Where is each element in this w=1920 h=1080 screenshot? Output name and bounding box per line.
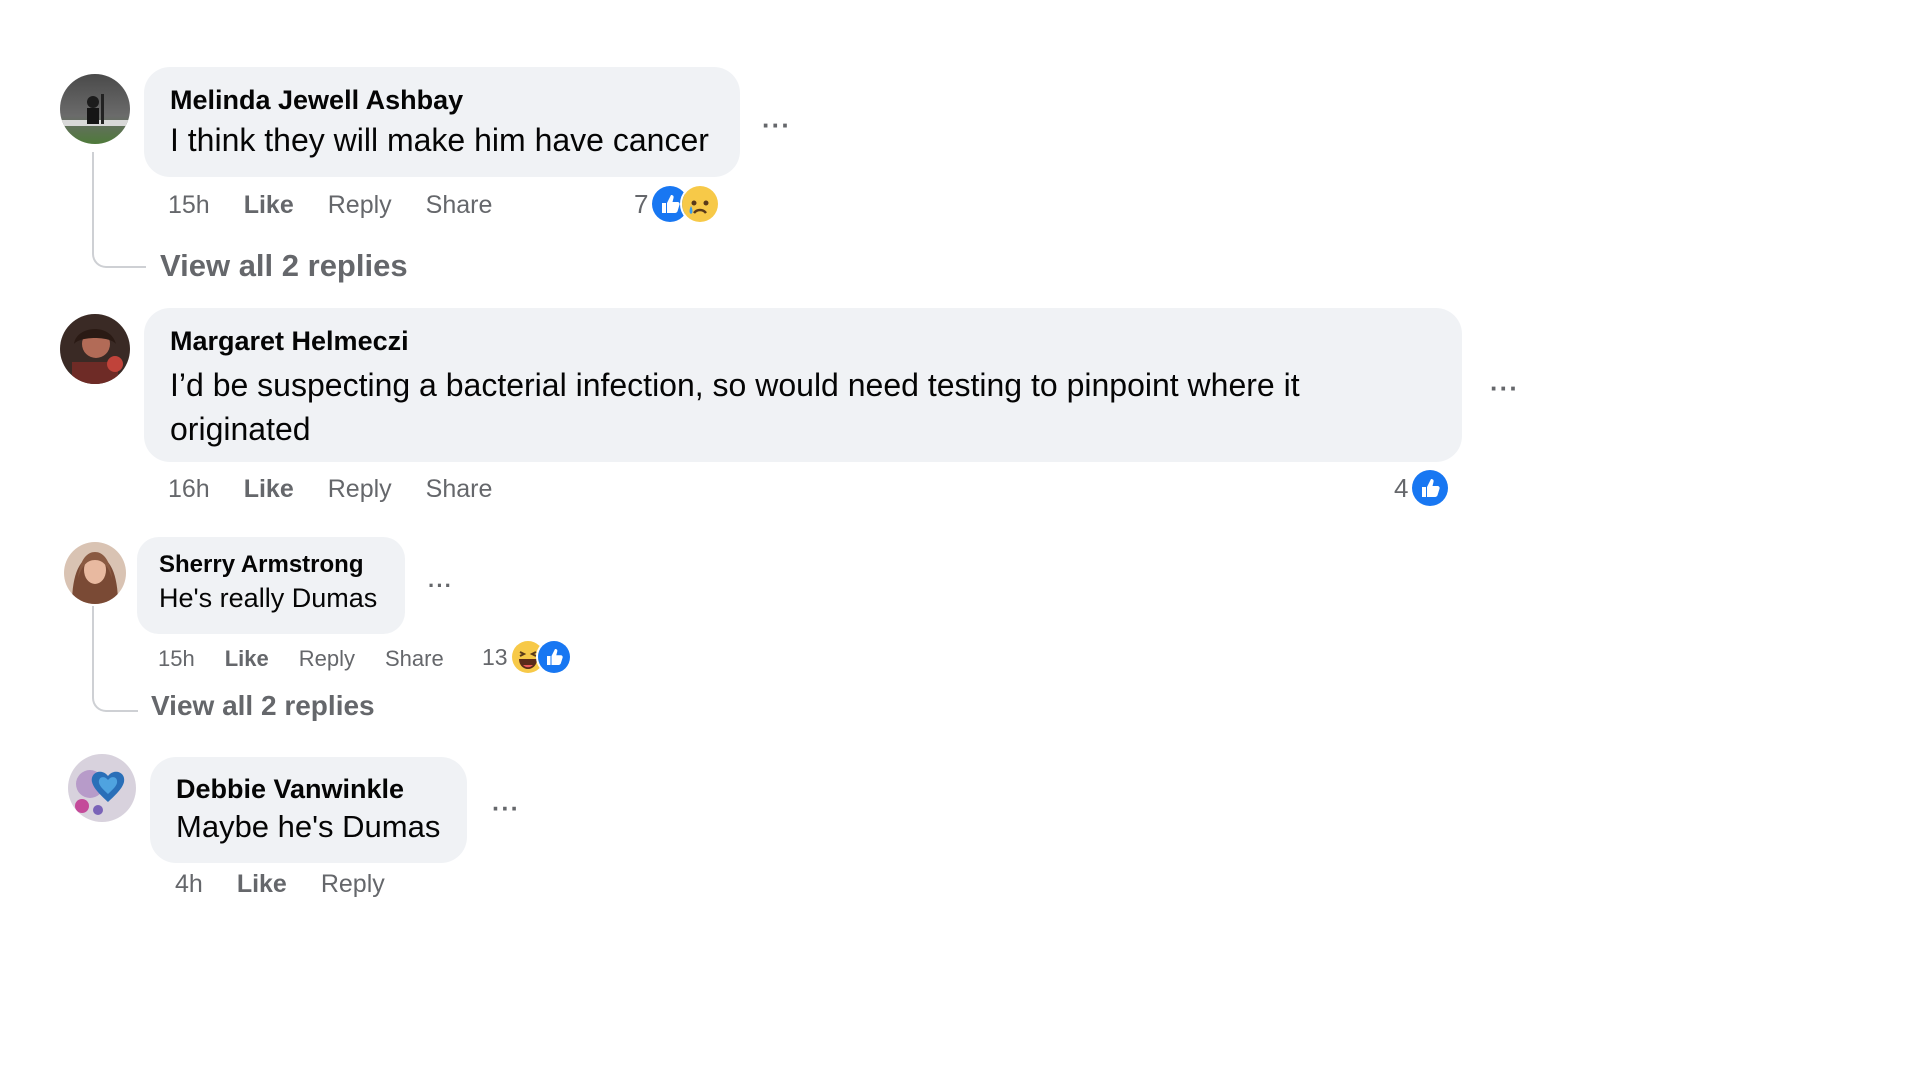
view-replies-link[interactable]: View all 2 replies: [151, 690, 375, 722]
comment-timestamp[interactable]: 16h: [168, 475, 210, 504]
thread-line: [92, 152, 146, 268]
more-options-button[interactable]: ···: [428, 575, 453, 597]
share-button[interactable]: Share: [426, 475, 493, 504]
thread-line: [92, 606, 138, 712]
share-button[interactable]: Share: [385, 646, 444, 672]
share-button[interactable]: Share: [426, 191, 493, 220]
reply-button[interactable]: Reply: [299, 646, 355, 672]
sad-icon: [680, 184, 721, 224]
comment-bubble: Melinda Jewell Ashbay I think they will …: [144, 67, 740, 177]
reaction-summary[interactable]: 13: [482, 639, 572, 675]
comment-timestamp[interactable]: 15h: [158, 646, 195, 672]
comment-actions: 16h Like Reply Share: [168, 475, 492, 504]
more-options-button[interactable]: ···: [492, 797, 520, 822]
comment-actions: 15h Like Reply Share: [158, 646, 444, 672]
like-button[interactable]: Like: [244, 191, 294, 220]
reply-button[interactable]: Reply: [328, 191, 392, 220]
comment-author[interactable]: Debbie Vanwinkle: [176, 774, 441, 805]
comment-timestamp[interactable]: 15h: [168, 191, 210, 220]
comment-timestamp[interactable]: 4h: [175, 870, 203, 899]
like-button[interactable]: Like: [237, 870, 287, 899]
reaction-summary[interactable]: 4: [1394, 468, 1451, 508]
comment-text: I think they will make him have cancer: [170, 122, 709, 158]
like-icon: [1410, 468, 1451, 508]
like-button[interactable]: Like: [244, 475, 294, 504]
comment-author[interactable]: Melinda Jewell Ashbay: [170, 85, 714, 116]
reaction-count: 4: [1394, 472, 1409, 503]
comment-text: He's really Dumas: [159, 583, 378, 613]
more-options-button[interactable]: ···: [1490, 375, 1519, 401]
comment-bubble: Sherry Armstrong He's really Dumas: [137, 537, 405, 634]
avatar[interactable]: [68, 754, 136, 822]
comment-author[interactable]: Sherry Armstrong: [159, 551, 383, 579]
comment-bubble: Margaret Helmeczi I’d be suspecting a ba…: [144, 308, 1462, 462]
reaction-count: 7: [634, 188, 649, 219]
like-button[interactable]: Like: [225, 646, 269, 672]
comment-text: Maybe he's Dumas: [176, 809, 441, 844]
reaction-summary[interactable]: 7: [634, 184, 721, 224]
avatar[interactable]: [60, 314, 130, 384]
reply-button[interactable]: Reply: [328, 475, 392, 504]
avatar[interactable]: [64, 542, 126, 604]
comment-actions: 4h Like Reply: [175, 870, 385, 899]
more-options-button[interactable]: ···: [762, 112, 791, 138]
avatar[interactable]: [60, 74, 130, 144]
comment-bubble: Debbie Vanwinkle Maybe he's Dumas: [150, 757, 467, 863]
comment-text: I’d be suspecting a bacterial infection,…: [170, 367, 1300, 447]
reply-button[interactable]: Reply: [321, 870, 385, 899]
view-replies-link[interactable]: View all 2 replies: [160, 248, 408, 284]
comment-author[interactable]: Margaret Helmeczi: [170, 326, 1436, 357]
comment-actions: 15h Like Reply Share: [168, 191, 492, 220]
like-icon: [535, 639, 572, 675]
reaction-count: 13: [482, 643, 508, 670]
